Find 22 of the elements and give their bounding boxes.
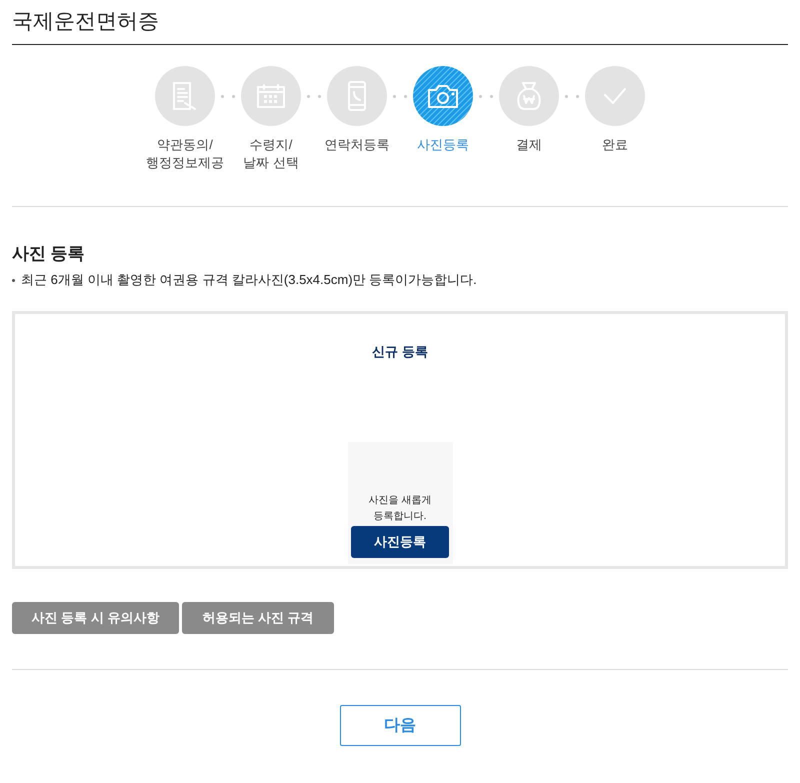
step-label: 약관동의/ 행정정보제공	[146, 136, 224, 172]
upload-hint: 사진을 새롭게 등록합니다.	[368, 494, 432, 524]
next-button[interactable]: 다음	[340, 705, 460, 746]
step-label: 완료	[602, 136, 628, 154]
section-heading: 사진 등록	[12, 243, 85, 265]
camera-icon	[427, 83, 459, 109]
info-button[interactable]: 사진 등록 시 유의사항	[12, 602, 179, 634]
step-label: 수령지/ 날짜 선택	[243, 136, 299, 172]
step-label: 결제	[516, 136, 542, 154]
document-icon	[171, 81, 199, 111]
page-title: 국제운전면허증	[12, 8, 163, 45]
step-label: 사진등록	[417, 136, 469, 154]
upload-title: 신규 등록	[372, 343, 428, 361]
check-icon	[602, 86, 628, 106]
calendar-icon	[256, 83, 286, 109]
info-button[interactable]: 허용되는 사진 규격	[182, 602, 334, 634]
note-text: 최근 6개월 이내 촬영한 여권용 규격 칼라사진(3.5x4.5cm)만 등록이가능합니다.	[21, 271, 477, 289]
money-bag-icon	[515, 81, 543, 111]
step-label: 연락처등록	[324, 136, 390, 154]
bullet-icon	[12, 278, 15, 282]
phone-icon	[347, 80, 367, 112]
photo-upload-button[interactable]: 사진등록	[351, 526, 449, 558]
